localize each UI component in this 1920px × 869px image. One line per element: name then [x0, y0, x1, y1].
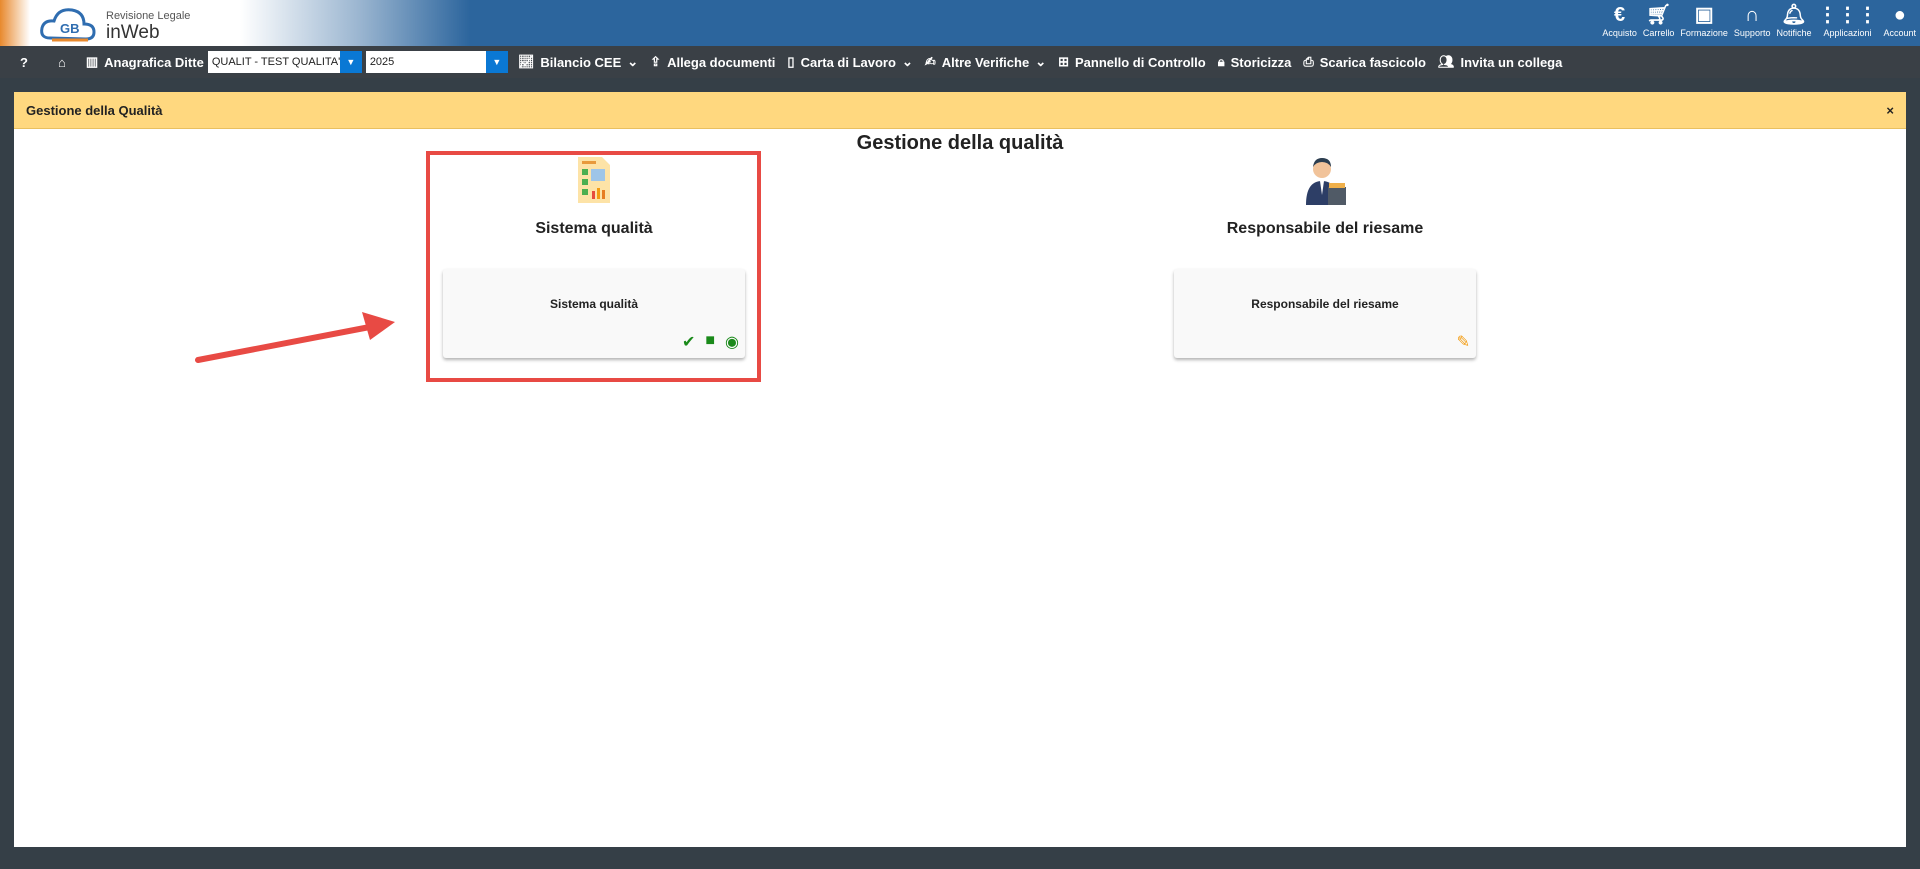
headset-icon: ∩	[1744, 4, 1760, 26]
storicizza-button[interactable]: 🔒︎ Storicizza	[1218, 54, 1292, 70]
chevron-down-icon: ⌄	[627, 54, 639, 69]
highlight-box	[426, 151, 761, 382]
pannello-button[interactable]: ⊞ Pannello di Controllo	[1058, 54, 1206, 70]
chart-icon: 📈︎	[517, 54, 535, 69]
card-title: Responsabile del riesame	[1251, 297, 1399, 311]
users-icon: 👥︎	[1437, 54, 1455, 69]
cart-icon: 🛒︎	[1645, 4, 1672, 26]
chevron-down-icon: ⌄	[1035, 54, 1047, 69]
supporto-button[interactable]: ∩ Supporto	[1734, 2, 1771, 38]
grid-icon: ⋮⋮⋮	[1817, 4, 1878, 26]
scarica-button[interactable]: ⎙ Scarica fascicolo	[1303, 54, 1426, 70]
acquisto-button[interactable]: € Acquisto	[1602, 2, 1637, 38]
signature-icon: ✍︎	[924, 54, 936, 69]
carrello-button[interactable]: 🛒︎ Carrello	[1643, 2, 1675, 38]
print-icon: ⎙	[1303, 54, 1314, 69]
euro-icon: €	[1614, 4, 1626, 26]
section-heading: Responsabile del riesame	[1226, 220, 1424, 237]
altre-menu[interactable]: ✍︎ Altre Verifiche ⌄	[925, 54, 1046, 70]
bilancio-menu[interactable]: 📈︎ Bilancio CEE ⌄	[518, 54, 638, 70]
close-icon[interactable]: ×	[1886, 103, 1894, 118]
upload-icon: ⇪	[650, 54, 662, 69]
card-responsabile[interactable]: Responsabile del riesame ✎	[1174, 269, 1476, 358]
chevron-down-icon[interactable]: ▼	[485, 51, 508, 73]
applicazioni-button[interactable]: ⋮⋮⋮ Applicazioni	[1817, 2, 1877, 38]
section-responsabile: Responsabile del riesame	[1174, 152, 1476, 238]
chevron-down-icon: ⌄	[901, 54, 913, 69]
invita-button[interactable]: 👥︎ Invita un collega	[1438, 54, 1562, 70]
account-button[interactable]: ● Account	[1883, 2, 1916, 38]
allega-button[interactable]: ⇪ Allega documenti	[650, 54, 775, 70]
pointer-arrow	[195, 312, 395, 363]
reviewer-person-icon	[1306, 158, 1346, 205]
file-icon: ▯	[787, 54, 795, 69]
formazione-button[interactable]: ▣ Formazione	[1680, 2, 1728, 38]
carta-menu[interactable]: ▯ Carta di Lavoro ⌄	[787, 54, 912, 70]
bell-icon: 🔔︎	[1781, 4, 1807, 26]
table-icon: ⊞	[1058, 54, 1069, 69]
training-icon: ▣	[1694, 4, 1714, 26]
notifiche-button[interactable]: 🔔︎ Notifiche	[1776, 2, 1811, 38]
user-icon: ●	[1893, 4, 1906, 26]
lock-icon: 🔒︎	[1217, 54, 1225, 69]
edit-icon[interactable]: ✎	[1457, 332, 1470, 352]
